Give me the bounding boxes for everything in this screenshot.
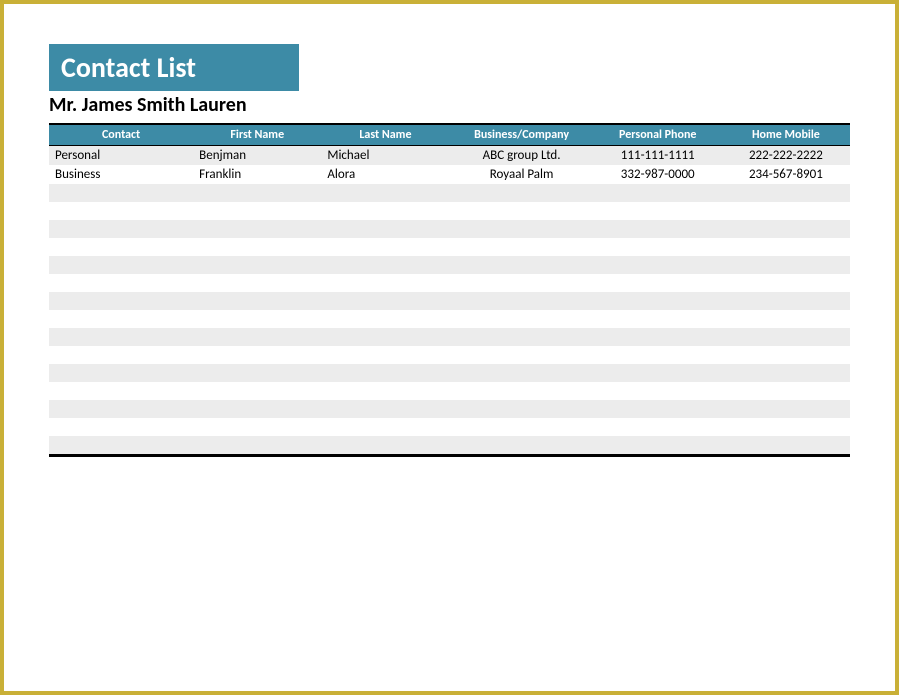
cell-company: Royaal Palm [449,165,593,184]
cell-first-name: Franklin [193,165,321,184]
table-row-empty [49,184,850,202]
cell-last-name: Alora [321,165,449,184]
table-row-empty [49,220,850,238]
table-row-empty [49,292,850,310]
col-header-last-name: Last Name [321,124,449,146]
table-bottom-rule [49,454,850,457]
cell-first-name: Benjman [193,146,321,166]
table-row-empty [49,382,850,400]
table-row: PersonalBenjmanMichaelABC group Ltd.111-… [49,146,850,166]
col-header-mobile: Home Mobile [722,124,850,146]
table-row: BusinessFranklinAloraRoyaal Palm332-987-… [49,165,850,184]
table-row-empty [49,418,850,436]
table-row-empty [49,238,850,256]
cell-mobile: 234-567-8901 [722,165,850,184]
col-header-phone: Personal Phone [594,124,722,146]
col-header-contact: Contact [49,124,193,146]
table-row-empty [49,328,850,346]
cell-last-name: Michael [321,146,449,166]
page-title: Contact List [49,44,299,91]
table-row-empty [49,346,850,364]
cell-company: ABC group Ltd. [449,146,593,166]
cell-phone: 111-111-1111 [594,146,722,166]
cell-contact: Personal [49,146,193,166]
table-row-empty [49,256,850,274]
table-row-empty [49,310,850,328]
table-row-empty [49,274,850,292]
cell-mobile: 222-222-2222 [722,146,850,166]
col-header-company: Business/Company [449,124,593,146]
cell-phone: 332-987-0000 [594,165,722,184]
contact-table: Contact First Name Last Name Business/Co… [49,123,850,454]
table-row-empty [49,202,850,220]
table-row-empty [49,364,850,382]
table-row-empty [49,436,850,454]
cell-contact: Business [49,165,193,184]
page-subtitle: Mr. James Smith Lauren [49,93,850,117]
col-header-first-name: First Name [193,124,321,146]
table-header-row: Contact First Name Last Name Business/Co… [49,124,850,146]
table-row-empty [49,400,850,418]
